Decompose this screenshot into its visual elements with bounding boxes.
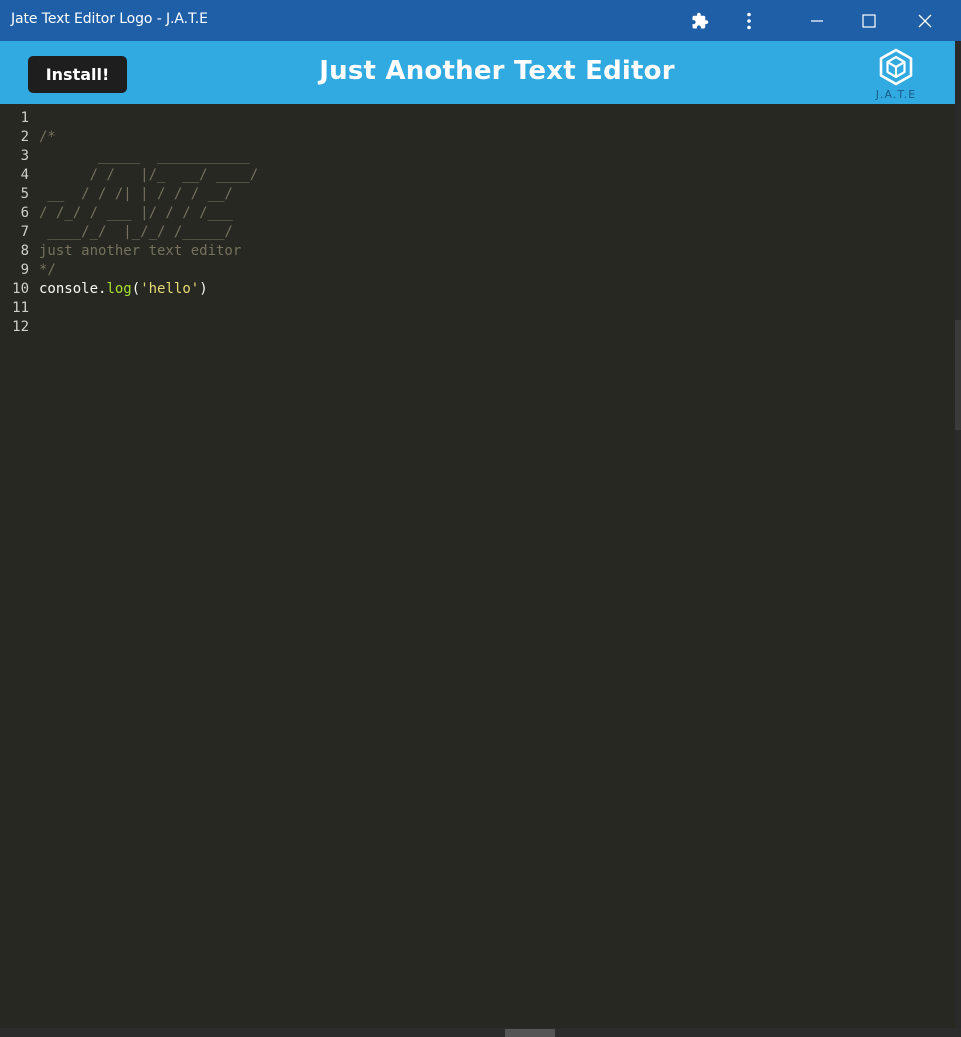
horizontal-scrollbar[interactable] (0, 1028, 961, 1037)
line-number: 12 (12, 319, 29, 335)
line-number: 6 (20, 205, 29, 221)
vertical-scrollbar[interactable] (955, 41, 961, 1037)
app-header: Install! Just Another Text Editor J.A.T.… (0, 41, 955, 104)
line-number: 3 (20, 148, 29, 164)
code-line[interactable] (39, 109, 258, 128)
extensions-icon (692, 12, 709, 28)
more-options-button[interactable] (733, 0, 765, 41)
close-icon (918, 14, 932, 27)
code-line[interactable] (39, 318, 258, 337)
line-number: 11 (12, 300, 29, 316)
code-line[interactable]: __ / / /| | / / / __/ (39, 185, 258, 204)
line-number: 7 (20, 224, 29, 240)
minimize-button[interactable] (794, 0, 840, 41)
code-method: log (106, 281, 132, 297)
horizontal-scrollbar-thumb[interactable] (505, 1029, 555, 1037)
line-number: 8 (20, 243, 29, 259)
vertical-scrollbar-thumb[interactable] (955, 320, 961, 430)
code-line[interactable]: console.log('hello') (39, 280, 258, 299)
code-editor[interactable]: 1 2 3 4 5 6 7 8 9 10 11 12 /* _____ ____… (0, 104, 955, 1028)
code-close-paren: ) (199, 281, 208, 297)
code-line[interactable]: ____/_/ |_/_/ /_____/ (39, 223, 258, 242)
comment-text: just another text editor (39, 243, 242, 259)
line-number: 10 (12, 281, 29, 297)
line-number: 1 (20, 110, 29, 126)
comment-text: / /_/ / ___ |/ / / /___ (39, 205, 233, 221)
app-window: Jate Text Editor Logo - J.A.T.E Install!… (0, 0, 961, 1037)
more-vert-icon (747, 12, 751, 29)
maximize-button[interactable] (846, 0, 892, 41)
code-line[interactable]: / /_/ / ___ |/ / / /___ (39, 204, 258, 223)
logo-cube-icon (879, 48, 913, 86)
code-object: console (39, 281, 99, 297)
code-string: 'hello' (140, 281, 200, 297)
comment-text: _____ ___________ (39, 148, 250, 164)
code-line[interactable]: just another text editor (39, 242, 258, 261)
code-line[interactable]: /* (39, 128, 258, 147)
line-number: 2 (20, 129, 29, 145)
line-number: 5 (20, 186, 29, 202)
code-line[interactable]: */ (39, 261, 258, 280)
line-number-gutter: 1 2 3 4 5 6 7 8 9 10 11 12 (0, 109, 35, 337)
comment-text: */ (39, 262, 56, 278)
line-number: 4 (20, 167, 29, 183)
minimize-icon (811, 19, 823, 22)
maximize-icon (862, 13, 876, 28)
line-number: 9 (20, 262, 29, 278)
code-line[interactable] (39, 299, 258, 318)
code-line[interactable]: _____ ___________ (39, 147, 258, 166)
code-open-paren: ( (131, 281, 141, 297)
close-button[interactable] (902, 0, 948, 41)
code-line[interactable]: / / |/_ __/ ____/ (39, 166, 259, 185)
title-bar: Jate Text Editor Logo - J.A.T.E (0, 0, 961, 41)
jate-logo: J.A.T.E (866, 46, 926, 102)
comment-text: / / |/_ __/ ____/ (39, 167, 259, 183)
app-title: Just Another Text Editor (319, 56, 675, 86)
comment-text: ____/_/ |_/_/ /_____/ (39, 224, 233, 240)
extensions-button[interactable] (684, 0, 716, 41)
window-title: Jate Text Editor Logo - J.A.T.E (11, 11, 208, 27)
logo-text: J.A.T.E (875, 88, 917, 101)
comment-text: /* (39, 129, 56, 145)
code-area[interactable]: /* _____ ___________ / / |/_ __/ ____/ _… (39, 109, 258, 337)
comment-text: __ / / /| | / / / __/ (39, 186, 233, 202)
